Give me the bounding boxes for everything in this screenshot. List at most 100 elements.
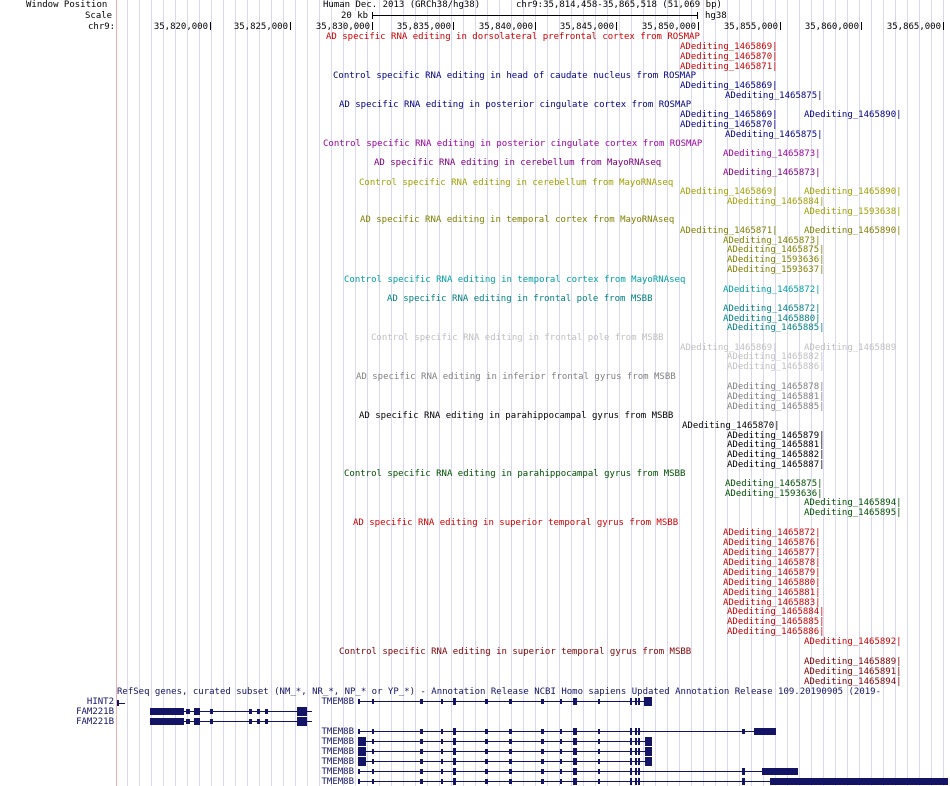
exon-block[interactable] <box>635 778 637 785</box>
exon-block[interactable] <box>598 769 600 774</box>
exon-block[interactable] <box>372 699 374 704</box>
exon-block[interactable] <box>210 719 213 724</box>
exon-block[interactable] <box>485 699 488 704</box>
exon-block[interactable] <box>573 778 577 785</box>
exon-block[interactable] <box>541 769 544 774</box>
track-title[interactable]: AD specific RNA editing in dorsolateral … <box>326 32 700 42</box>
exon-block[interactable] <box>754 728 776 735</box>
exon-block[interactable] <box>186 719 190 724</box>
exon-block[interactable] <box>638 748 640 755</box>
exon-block[interactable] <box>485 739 488 744</box>
exon-block[interactable] <box>453 768 456 775</box>
exon-block[interactable] <box>573 698 577 705</box>
exon-block[interactable] <box>598 749 600 754</box>
editing-site-item[interactable]: ADediting_1465871| <box>680 226 778 236</box>
exon-block[interactable] <box>150 718 184 725</box>
exon-block[interactable] <box>742 729 745 734</box>
exon-block[interactable] <box>635 748 637 755</box>
track-title[interactable]: Control specific RNA editing in posterio… <box>323 139 702 149</box>
exon-block[interactable] <box>635 698 637 705</box>
refseq-track-title[interactable]: RefSeq genes, curated subset (NM_*, NR_*… <box>117 687 881 697</box>
exon-block[interactable] <box>573 728 577 735</box>
editing-site-item[interactable]: ADediting_1465895| <box>804 508 902 518</box>
editing-site-item[interactable]: ADediting_1465875| <box>725 91 823 101</box>
exon-block[interactable] <box>638 778 640 785</box>
exon-block[interactable] <box>485 749 488 754</box>
editing-site-item[interactable]: ADediting_1465882| <box>727 450 825 460</box>
exon-block[interactable] <box>630 738 632 745</box>
gene-label-left[interactable]: FAM221B <box>60 707 114 717</box>
exon-block[interactable] <box>358 779 360 784</box>
track-title[interactable]: Control specific RNA editing in head of … <box>333 71 696 81</box>
track-title[interactable]: Control specific RNA editing in superior… <box>339 647 691 657</box>
exon-block[interactable] <box>257 709 260 714</box>
editing-site-item[interactable]: ADediting_1465878| <box>727 382 825 392</box>
editing-site-item[interactable]: ADediting_1465885| <box>727 323 825 333</box>
exon-block[interactable] <box>638 728 640 735</box>
exon-block[interactable] <box>453 758 456 765</box>
exon-block[interactable] <box>638 768 640 775</box>
exon-block[interactable] <box>573 768 577 775</box>
exon-block[interactable] <box>358 729 360 734</box>
editing-site-item[interactable]: ADediting_1465870| <box>680 120 778 130</box>
exon-block[interactable] <box>297 707 307 716</box>
exon-block[interactable] <box>249 709 252 714</box>
exon-block[interactable] <box>560 779 562 784</box>
exon-block[interactable] <box>509 699 512 704</box>
editing-site-item[interactable]: ADediting_1465873| <box>723 168 821 178</box>
exon-block[interactable] <box>560 759 562 764</box>
exon-block[interactable] <box>372 729 374 734</box>
track-title[interactable]: AD specific RNA editing in temporal cort… <box>360 215 674 225</box>
exon-block[interactable] <box>541 759 544 764</box>
exon-block[interactable] <box>509 769 512 774</box>
exon-block[interactable] <box>630 778 632 785</box>
exon-block[interactable] <box>358 749 360 754</box>
gene-label-tmem8b[interactable]: TMEM8B <box>300 747 354 757</box>
exon-block[interactable] <box>635 768 637 775</box>
exon-block[interactable] <box>560 769 562 774</box>
editing-site-item[interactable]: ADediting_1465881| <box>727 392 825 402</box>
editing-site-item[interactable]: ADediting_1465875| <box>725 130 823 140</box>
exon-block[interactable] <box>420 779 423 784</box>
editing-site-item[interactable]: ADediting_1465890| <box>804 110 902 120</box>
gene-label-tmem8b[interactable]: TMEM8B <box>300 737 354 747</box>
editing-site-item[interactable]: ADediting_1465872| <box>723 304 821 314</box>
exon-block[interactable] <box>210 709 213 714</box>
editing-site-item[interactable]: ADediting_1593637| <box>727 265 825 275</box>
gene-label-tmem8b[interactable]: TMEM8B <box>300 697 354 707</box>
editing-site-item[interactable]: ADediting_1465869| <box>680 187 778 197</box>
exon-block[interactable] <box>630 768 632 775</box>
editing-site-item[interactable]: ADediting_1465870| <box>682 421 780 431</box>
track-title[interactable]: AD specific RNA editing in cerebellum fr… <box>374 158 661 168</box>
exon-block[interactable] <box>509 779 512 784</box>
exon-block[interactable] <box>573 758 577 765</box>
exon-block[interactable] <box>358 769 360 774</box>
exon-block[interactable] <box>541 699 544 704</box>
exon-block[interactable] <box>453 778 456 785</box>
editing-site-item[interactable]: ADediting_1465891| <box>804 667 902 677</box>
exon-block[interactable] <box>485 759 488 764</box>
exon-block[interactable] <box>485 729 488 734</box>
editing-site-item[interactable]: ADediting_1465872| <box>723 285 821 295</box>
exon-block[interactable] <box>420 699 423 704</box>
exon-block[interactable] <box>441 729 443 734</box>
exon-block[interactable] <box>635 738 637 745</box>
exon-block[interactable] <box>441 699 443 704</box>
exon-block[interactable] <box>635 728 637 735</box>
exon-block[interactable] <box>485 769 488 774</box>
exon-block[interactable] <box>453 748 456 755</box>
track-title[interactable]: Control specific RNA editing in cerebell… <box>359 178 673 188</box>
gene-label-tmem8b[interactable]: TMEM8B <box>300 767 354 777</box>
exon-block[interactable] <box>441 769 443 774</box>
track-title[interactable]: Control specific RNA editing in frontal … <box>371 333 664 343</box>
exon-block[interactable] <box>644 697 652 706</box>
exon-block[interactable] <box>453 698 456 705</box>
exon-block[interactable] <box>598 779 600 784</box>
exon-block[interactable] <box>257 719 260 724</box>
editing-site-item[interactable]: ADediting_1465869| <box>680 81 778 91</box>
track-title[interactable]: Control specific RNA editing in temporal… <box>344 275 685 285</box>
exon-block[interactable] <box>509 739 512 744</box>
exon-block[interactable] <box>560 729 562 734</box>
editing-site-item[interactable]: ADediting_1465884| <box>727 607 825 617</box>
exon-block[interactable] <box>372 739 374 744</box>
